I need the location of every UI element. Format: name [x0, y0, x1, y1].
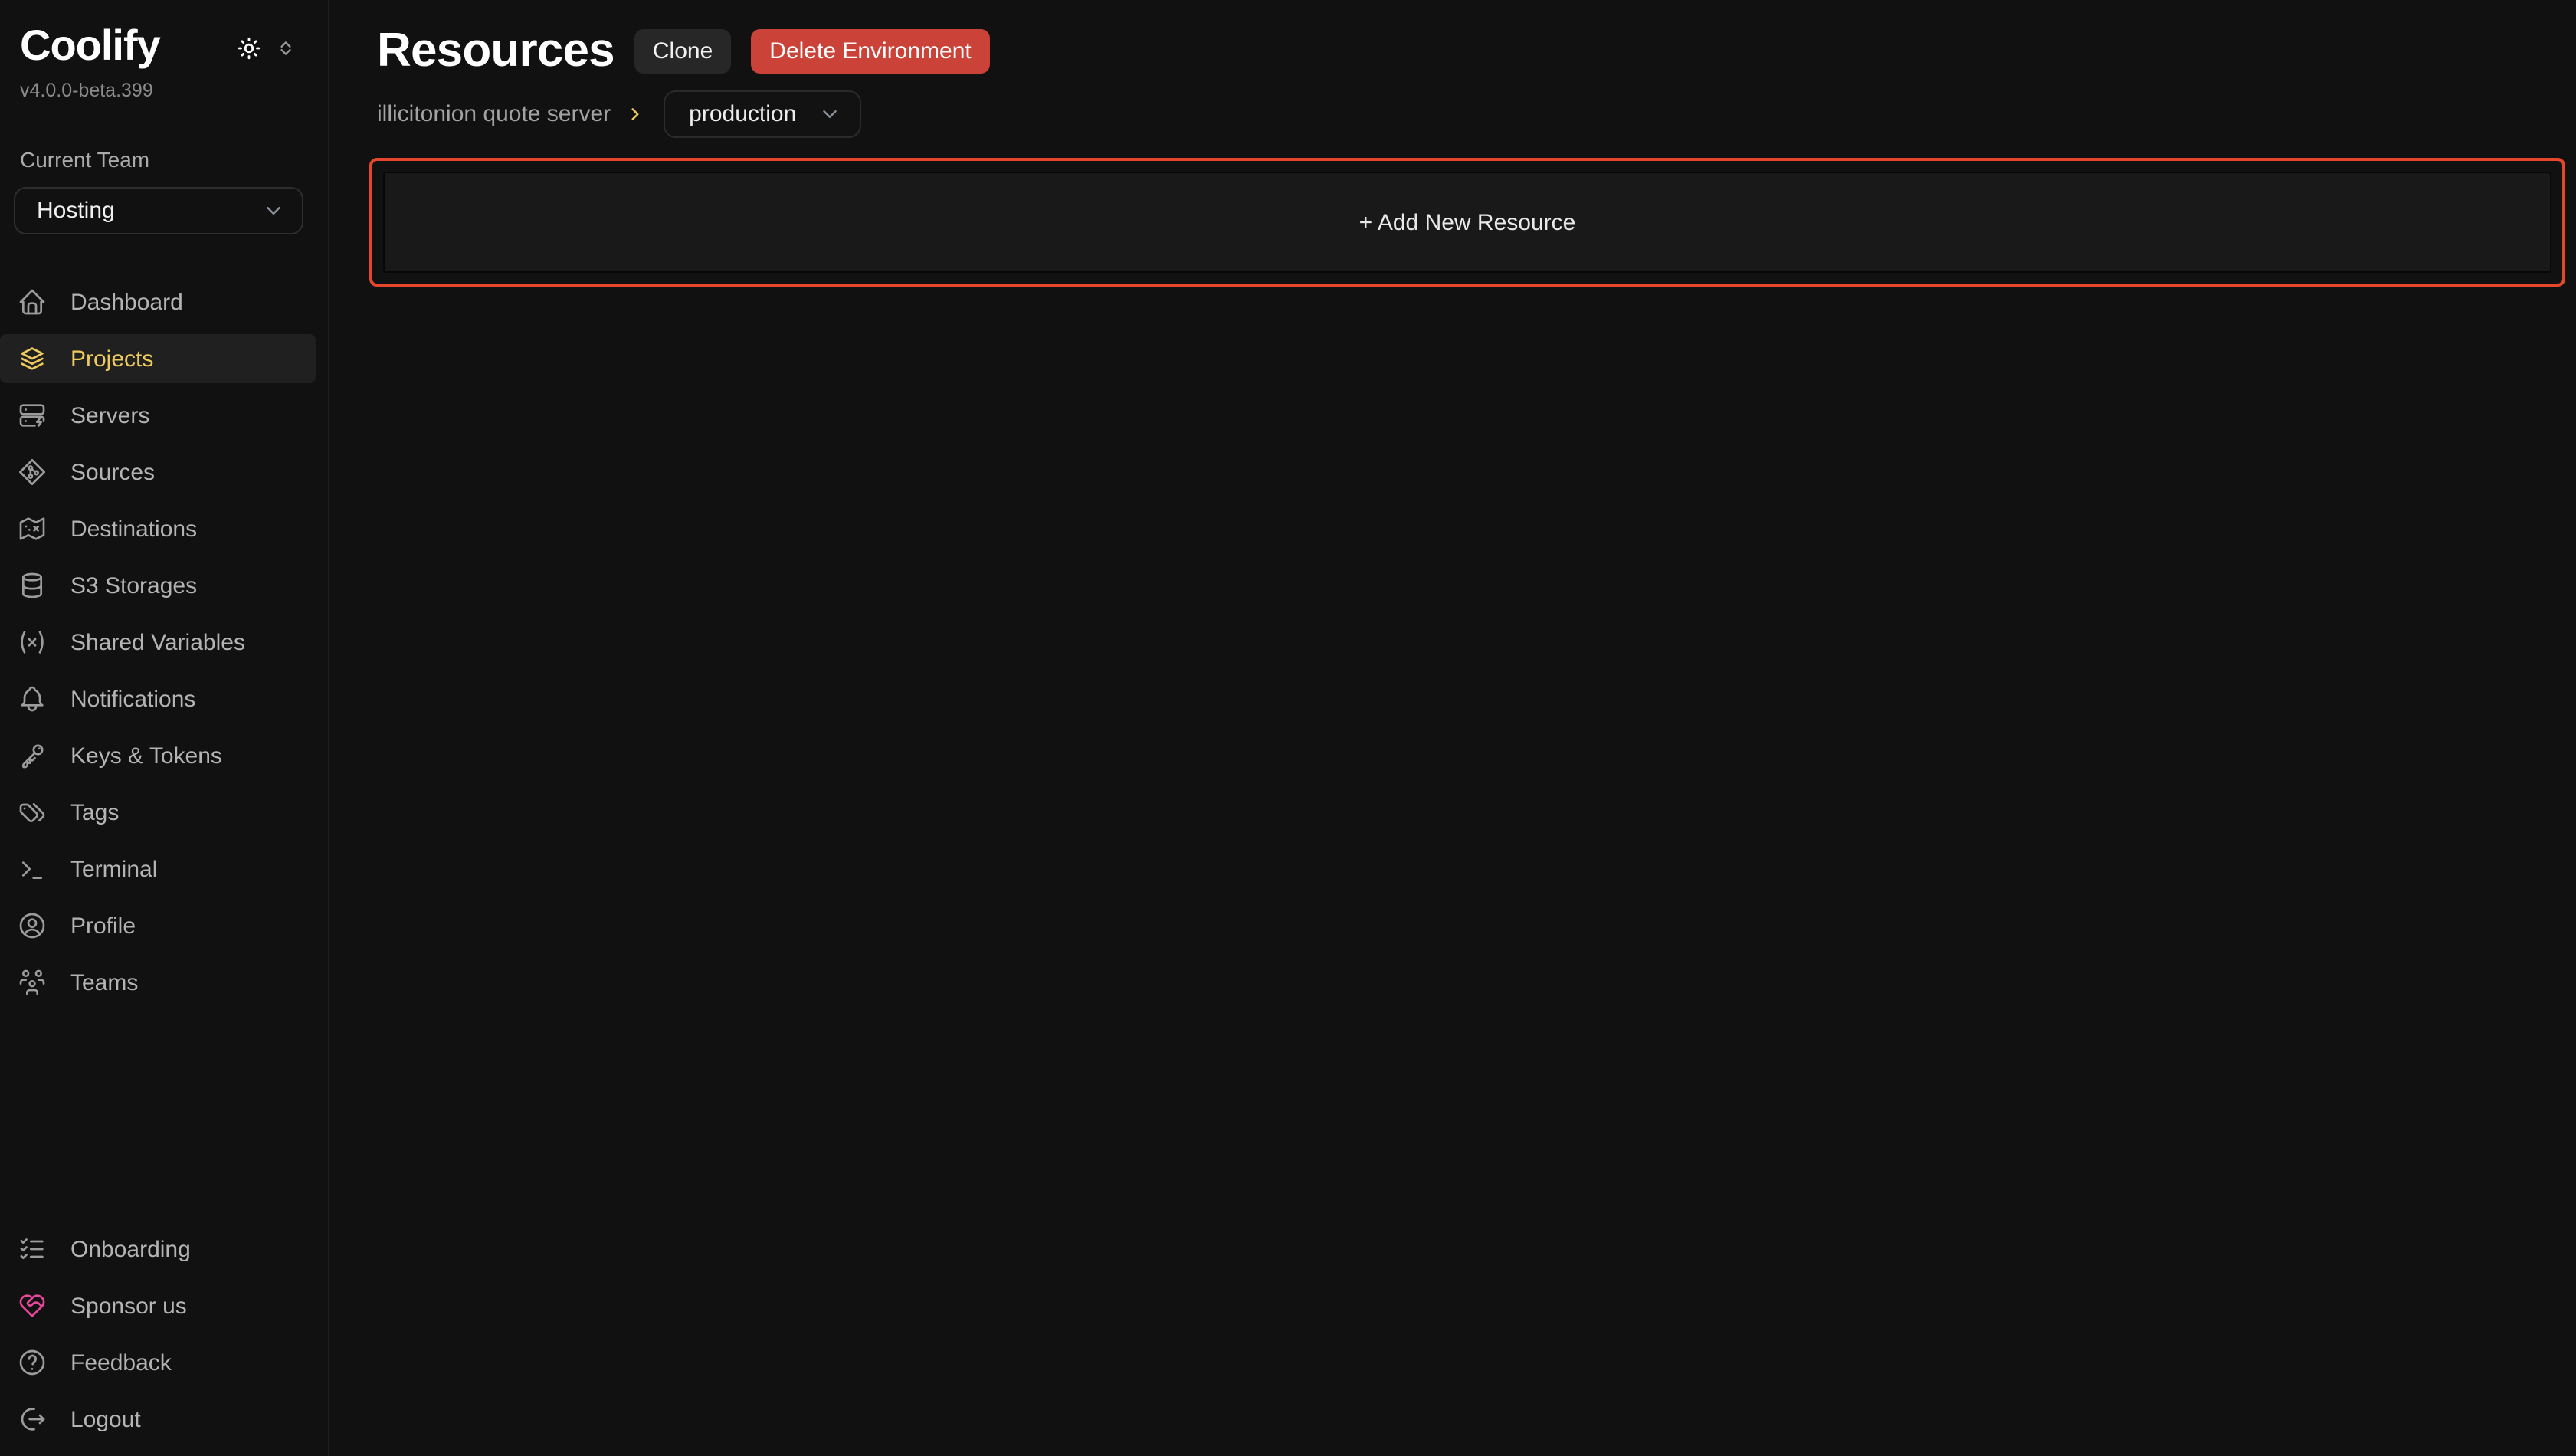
- sidebar-item-onboarding[interactable]: Onboarding: [0, 1225, 316, 1274]
- page-title: Resources: [377, 23, 615, 78]
- sidebar-item-label: Shared Variables: [70, 629, 245, 655]
- sidebar-item-destinations[interactable]: Destinations: [0, 504, 316, 553]
- sidebar-item-label: Logout: [70, 1406, 141, 1432]
- sidebar-item-s3-storages[interactable]: S3 Storages: [0, 561, 316, 610]
- sidebar-footer-nav: Onboarding Sponsor us Feedback Logout: [0, 1225, 328, 1456]
- sidebar-item-label: Terminal: [70, 856, 157, 882]
- sidebar-nav: Dashboard Projects Servers Sources Destinati…: [0, 277, 328, 1015]
- current-team-label: Current Team: [20, 147, 308, 172]
- sidebar-item-label: Sources: [70, 459, 155, 485]
- breadcrumb-project-link[interactable]: illicitonion quote server: [377, 101, 611, 127]
- sidebar-item-sources[interactable]: Sources: [0, 448, 316, 497]
- team-select[interactable]: Hosting: [14, 187, 303, 234]
- add-new-resource-button[interactable]: + Add New Resource: [383, 172, 2551, 273]
- breadcrumb: illicitonion quote server production: [377, 90, 2565, 138]
- layers-icon: [17, 343, 48, 374]
- sidebar-item-logout[interactable]: Logout: [0, 1395, 316, 1444]
- sidebar-item-notifications[interactable]: Notifications: [0, 674, 316, 723]
- sidebar-item-label: Tags: [70, 799, 119, 825]
- sidebar-item-label: Sponsor us: [70, 1293, 187, 1319]
- map-icon: [17, 513, 48, 544]
- chevron-down-icon: [818, 103, 841, 126]
- sidebar-item-projects[interactable]: Projects: [0, 334, 316, 383]
- bell-icon: [17, 684, 48, 714]
- server-icon: [17, 400, 48, 431]
- git-icon: [17, 457, 48, 487]
- chevron-right-icon: [624, 104, 644, 124]
- coolify-app: Coolify v4.0.0-beta.399 Current Team Hos…: [0, 0, 2576, 1456]
- heart-icon: [17, 1290, 48, 1321]
- sidebar-item-label: Feedback: [70, 1349, 172, 1376]
- sidebar-item-shared-variables[interactable]: Shared Variables: [0, 618, 316, 667]
- sidebar-item-label: Keys & Tokens: [70, 743, 222, 769]
- database-icon: [17, 570, 48, 601]
- home-icon: [17, 287, 48, 317]
- user-icon: [17, 910, 48, 941]
- checklist-icon: [17, 1234, 48, 1264]
- sidebar-item-tags[interactable]: Tags: [0, 788, 316, 837]
- tags-icon: [17, 797, 48, 828]
- key-icon: [17, 740, 48, 771]
- page-header: Resources Clone Delete Environment: [377, 25, 2565, 77]
- sidebar-item-label: S3 Storages: [70, 572, 197, 598]
- variable-icon: [17, 627, 48, 657]
- clone-button[interactable]: Clone: [634, 28, 731, 73]
- sidebar-item-label: Profile: [70, 913, 136, 939]
- delete-environment-button[interactable]: Delete Environment: [751, 28, 989, 73]
- chevron-down-icon: [262, 199, 285, 222]
- sidebar-item-label: Dashboard: [70, 289, 183, 315]
- sidebar-item-servers[interactable]: Servers: [0, 391, 316, 440]
- sidebar-item-sponsor-us[interactable]: Sponsor us: [0, 1281, 316, 1330]
- theme-sun-icon[interactable]: [236, 34, 262, 61]
- sidebar-item-label: Servers: [70, 402, 149, 428]
- sidebar-item-label: Notifications: [70, 686, 195, 712]
- sidebar-item-feedback[interactable]: Feedback: [0, 1338, 316, 1387]
- sidebar-item-dashboard[interactable]: Dashboard: [0, 277, 316, 326]
- sidebar-item-profile[interactable]: Profile: [0, 901, 316, 950]
- sidebar-item-label: Destinations: [70, 516, 197, 542]
- app-version: v4.0.0-beta.399: [0, 80, 328, 101]
- sidebar: Coolify v4.0.0-beta.399 Current Team Hos…: [0, 0, 329, 1456]
- sidebar-item-label: Teams: [70, 969, 138, 995]
- add-resource-highlight-box: + Add New Resource: [369, 158, 2565, 287]
- sidebar-item-label: Projects: [70, 346, 153, 372]
- team-select-value: Hosting: [37, 198, 115, 224]
- environment-select-value: production: [689, 101, 796, 127]
- logo-row: Coolify: [0, 0, 328, 71]
- environment-select[interactable]: production: [663, 90, 860, 138]
- sidebar-item-terminal[interactable]: Terminal: [0, 844, 316, 894]
- sidebar-item-teams[interactable]: Teams: [0, 958, 316, 1007]
- logout-icon: [17, 1404, 48, 1435]
- help-icon: [17, 1347, 48, 1378]
- sidebar-item-keys-tokens[interactable]: Keys & Tokens: [0, 731, 316, 780]
- users-icon: [17, 967, 48, 998]
- main-content: Resources Clone Delete Environment illic…: [329, 0, 2576, 1456]
- terminal-icon: [17, 854, 48, 884]
- sidebar-item-label: Onboarding: [70, 1236, 191, 1262]
- app-logo: Coolify: [20, 21, 236, 71]
- collapse-chevrons-icon[interactable]: [276, 38, 296, 57]
